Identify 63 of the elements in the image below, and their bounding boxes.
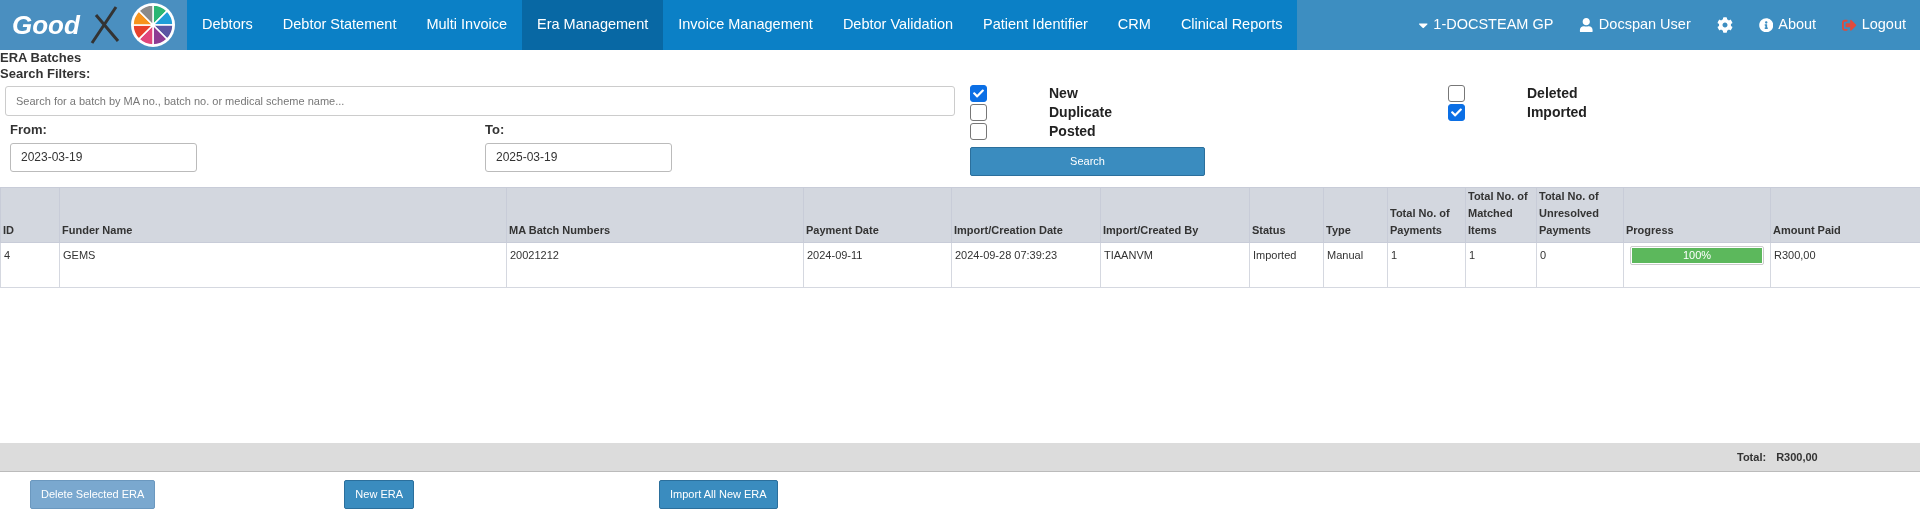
column-header: ID xyxy=(3,224,14,236)
nav-tab[interactable]: Era Management xyxy=(522,0,664,50)
column-header: Payment Date xyxy=(806,224,879,236)
practice-dropdown[interactable]: 1-DOCSTEAM GP xyxy=(1415,14,1554,36)
checkbox-label: Posted xyxy=(1049,122,1096,141)
logo-text: Good xyxy=(12,8,80,42)
checkbox[interactable] xyxy=(970,85,987,102)
search-button[interactable]: Search xyxy=(970,147,1205,176)
checkbox-label: Imported xyxy=(1527,103,1587,122)
user-icon xyxy=(1579,17,1594,33)
column-header: Import/Creation Date xyxy=(954,224,1063,236)
date-label: From: xyxy=(10,121,48,139)
table-cell: R300,00 xyxy=(1774,249,1816,261)
table-cell: 1 xyxy=(1391,249,1398,261)
table-cell: GEMS xyxy=(63,249,96,261)
table-cell: 2024-09-11 xyxy=(807,249,863,261)
table-cell: TIAANVM xyxy=(1104,249,1153,261)
total-value: R300,00 xyxy=(1776,449,1818,465)
about-link[interactable]: About xyxy=(1758,14,1817,36)
checkbox[interactable] xyxy=(1448,85,1465,102)
column-header: MA Batch Numbers xyxy=(509,224,611,236)
column-header: Funder Name xyxy=(62,224,133,236)
table-cell: Imported xyxy=(1253,249,1297,261)
date-label: To: xyxy=(485,121,506,139)
checkbox-label: Duplicate xyxy=(1049,103,1112,122)
table-cell: 20021212 xyxy=(510,249,559,261)
table-cell: 1 xyxy=(1469,249,1476,261)
action-button[interactable]: New ERA xyxy=(344,479,415,509)
date-field[interactable]: 2025-03-19 xyxy=(485,142,672,172)
logout-link[interactable]: Logout xyxy=(1842,14,1906,36)
column-header: Total No. of Payments xyxy=(1390,207,1450,236)
user-menu[interactable]: Docspan User xyxy=(1579,14,1691,36)
progress-label: 100% xyxy=(1682,248,1712,264)
checkbox[interactable] xyxy=(1448,104,1465,121)
checkbox[interactable] xyxy=(970,104,987,121)
table-cell: 2024-09-28 07:39:23 xyxy=(955,249,1058,261)
table-cell: Manual xyxy=(1327,249,1364,261)
checkbox-label: New xyxy=(1049,84,1078,103)
checkbox[interactable] xyxy=(970,123,987,140)
column-header: Status xyxy=(1252,224,1286,236)
check-icon xyxy=(973,88,984,99)
column-header: Progress xyxy=(1626,224,1674,236)
column-header: Amount Paid xyxy=(1773,224,1841,236)
column-header: Total No. of Unresolved Payments xyxy=(1539,190,1599,236)
column-header: Import/Created By xyxy=(1103,224,1199,236)
total-label: Total: xyxy=(1737,449,1767,465)
logo[interactable]: Good xyxy=(0,0,187,50)
checkbox-label: Deleted xyxy=(1527,84,1578,103)
color-wheel-icon xyxy=(129,2,176,48)
action-button[interactable]: Import All New ERA xyxy=(659,479,778,509)
logout-icon xyxy=(1842,17,1857,33)
settings-icon[interactable] xyxy=(1716,17,1733,33)
page-title: ERA Batches xyxy=(0,50,83,66)
cross-mark-icon xyxy=(89,5,120,45)
column-header: Total No. of Matched Items xyxy=(1468,190,1528,236)
table-cell: 4 xyxy=(4,249,11,261)
check-icon xyxy=(1451,107,1462,118)
info-icon xyxy=(1758,17,1774,33)
filters-heading: Search Filters: xyxy=(0,66,92,82)
column-header: Type xyxy=(1326,224,1351,236)
search-field[interactable]: Search for a batch by MA no., batch no. or medical scheme name... xyxy=(5,86,955,116)
date-field[interactable]: 2023-03-19 xyxy=(10,142,197,172)
table-cell: 0 xyxy=(1540,249,1547,261)
